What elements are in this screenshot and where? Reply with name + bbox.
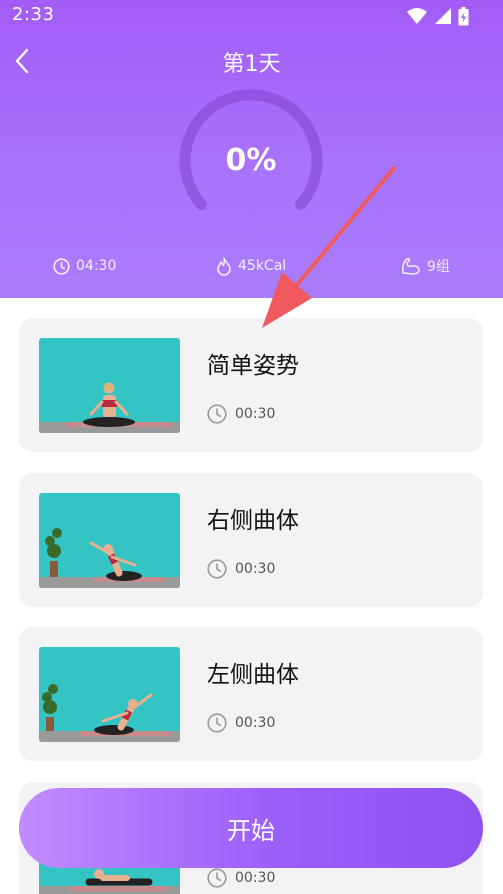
- exercise-duration-value: 00:30: [235, 406, 276, 422]
- clock-icon: [207, 713, 227, 733]
- stat-groups: 9组: [401, 255, 450, 277]
- start-button[interactable]: 开始: [19, 788, 483, 868]
- progress-percentage: 0%: [225, 143, 277, 178]
- exercise-thumbnail: [39, 338, 180, 433]
- exercise-duration-value: 00:30: [235, 715, 276, 731]
- flame-icon: [217, 256, 231, 276]
- exercise-duration: 00:30: [207, 713, 275, 733]
- exercise-name: 左侧曲体: [207, 662, 299, 688]
- exercise-duration-value: 00:30: [235, 561, 276, 577]
- muscle-icon: [402, 258, 420, 275]
- exercise-name: 简单姿势: [207, 353, 299, 379]
- signal-icon: [435, 8, 451, 24]
- exercise-card[interactable]: 简单姿势 00:30: [19, 318, 483, 452]
- exercise-duration-value: 00:30: [235, 870, 276, 886]
- exercise-duration: 00:30: [207, 559, 275, 579]
- clock-icon: [207, 404, 227, 424]
- exercise-card[interactable]: 右侧曲体 00:30: [19, 473, 483, 607]
- stat-duration: 04:30: [53, 255, 116, 277]
- page-title: 第1天: [222, 52, 281, 77]
- status-time: 2:33: [12, 4, 55, 25]
- stat-calories-value: 45kCal: [238, 258, 287, 274]
- status-icons: [406, 6, 469, 26]
- exercise-card[interactable]: 左侧曲体 00:30: [19, 627, 483, 761]
- stat-groups-value: 9组: [427, 259, 450, 275]
- clock-icon: [207, 559, 227, 579]
- exercise-thumbnail: [39, 493, 180, 588]
- stat-calories: 45kCal: [216, 255, 286, 277]
- clock-icon: [207, 868, 227, 888]
- exercise-name: 右侧曲体: [207, 508, 299, 534]
- wifi-icon: [407, 8, 427, 24]
- header-panel: 2:33 第1天 0% 04:30 45kCal 9组: [0, 0, 503, 298]
- battery-icon: [458, 6, 469, 25]
- clock-icon: [53, 257, 70, 275]
- stat-duration-value: 04:30: [76, 258, 117, 274]
- exercise-duration: 00:30: [207, 404, 275, 424]
- status-bar: 2:33: [0, 0, 503, 32]
- exercise-duration: 00:30: [207, 868, 275, 888]
- exercise-thumbnail: [39, 647, 180, 742]
